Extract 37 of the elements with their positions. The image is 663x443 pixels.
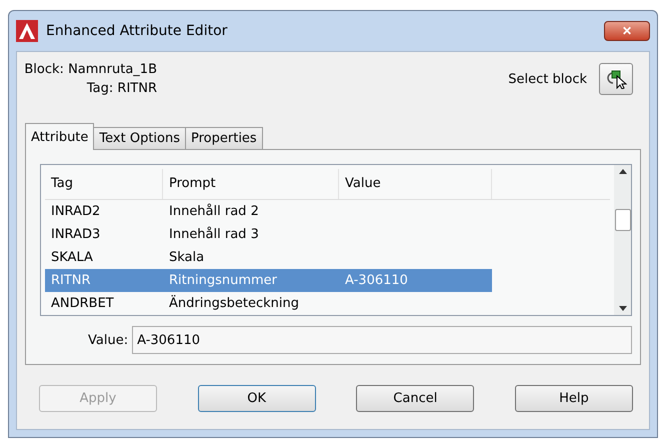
table-row[interactable]: INRAD2 Innehåll rad 2: [45, 200, 492, 223]
table-cell-text: Innehåll rad 2: [168, 202, 260, 221]
table-cell-text: Skala: [168, 248, 206, 267]
app-logo-icon: [16, 20, 38, 42]
table-cell-text: RITNR: [50, 272, 92, 290]
scrollbar[interactable]: [614, 165, 631, 315]
tag-info: Tag: RITNR: [86, 81, 157, 96]
value-field[interactable]: A-306110: [132, 326, 632, 354]
table-cell-text: Innehåll rad 3: [168, 226, 260, 244]
table-row[interactable]: SKALA Skala: [45, 246, 492, 269]
column-header[interactable]: Tag: [45, 169, 163, 199]
tab[interactable]: Attribute: [25, 123, 94, 150]
scroll-up-icon[interactable]: [618, 169, 626, 174]
window-title: Enhanced Attribute Editor: [46, 23, 228, 39]
table-cell-text: SKALA: [50, 248, 94, 267]
table-cell-text: INRAD3: [50, 226, 102, 244]
tab[interactable]: Text Options: [93, 127, 186, 150]
select-block-label: Select block: [508, 72, 587, 86]
table-cell-text: Ritningsnummer: [168, 272, 278, 290]
table-row[interactable]: INRAD3 Innehåll rad 3: [45, 222, 492, 246]
select-block-button[interactable]: [599, 63, 633, 95]
column-header[interactable]: Value: [339, 169, 492, 199]
dialog-button[interactable]: Help: [514, 385, 633, 412]
column-header[interactable]: Prompt: [163, 169, 339, 199]
table-cell-text: A-306110: [344, 272, 409, 290]
dialog-button[interactable]: OK: [198, 385, 316, 412]
table-cell-text: ANDRBET: [50, 294, 115, 313]
block-info: Block: Namnruta_1B: [24, 62, 157, 77]
value-label: Value:: [88, 332, 128, 348]
table-cell-text: Ändringsbeteckning: [168, 294, 300, 313]
scroll-down-icon[interactable]: [618, 306, 626, 311]
table-row[interactable]: ANDRBET Ändringsbeteckning: [45, 292, 492, 316]
dialog-button[interactable]: Cancel: [356, 385, 474, 412]
tab[interactable]: Properties: [185, 127, 263, 150]
table-cell-text: INRAD2: [50, 202, 102, 221]
pick-cursor-icon: [605, 69, 627, 89]
scroll-thumb[interactable]: [614, 209, 630, 231]
